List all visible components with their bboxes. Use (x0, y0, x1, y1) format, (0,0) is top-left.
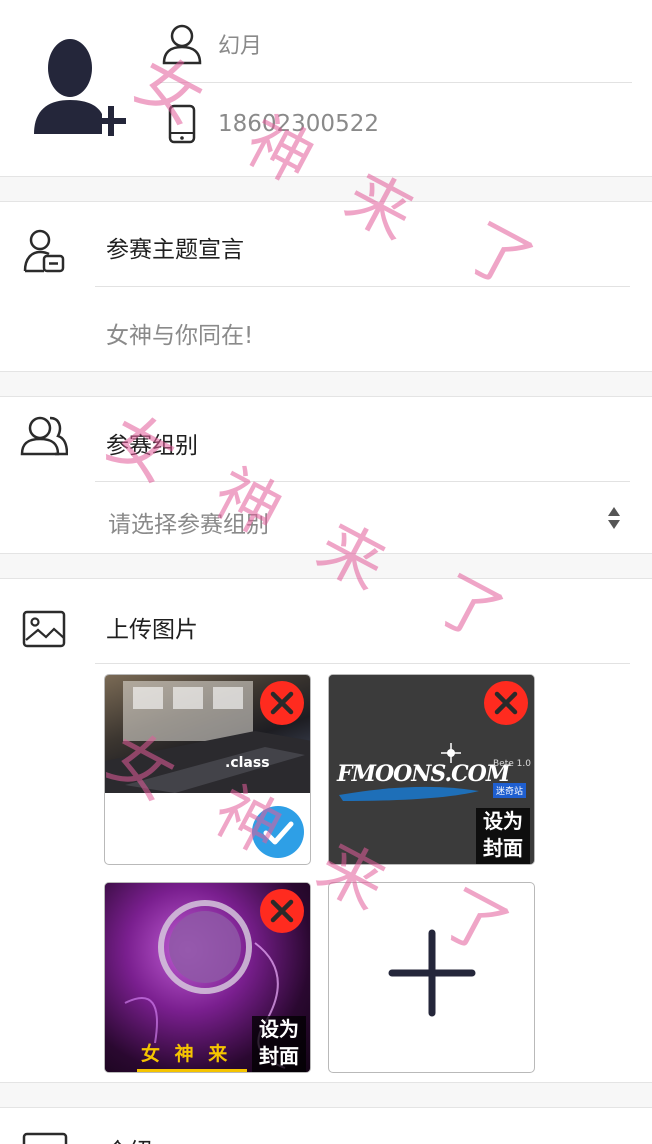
divider (95, 286, 630, 287)
version-text: Bete 1.0 (493, 759, 531, 769)
section-gap (0, 1082, 652, 1108)
profile-phone: 18602300522 (218, 111, 379, 137)
group-select[interactable]: 请选择参赛组别 (108, 505, 269, 539)
person-icon (160, 22, 204, 70)
profile-name: 幻月 (218, 34, 263, 59)
section-gap (0, 176, 652, 202)
delete-image-button[interactable] (484, 681, 528, 725)
close-icon (270, 899, 294, 923)
divider (95, 481, 630, 482)
image-icon (22, 610, 66, 652)
close-icon (494, 691, 518, 715)
delete-image-button[interactable] (260, 681, 304, 725)
intro-label: 介绍 (106, 1132, 152, 1144)
uploaded-image-2[interactable]: FMOONS.COM Bete 1.0 迷奇站 设为封面 (328, 674, 535, 865)
image-caption: 女 神 来 (141, 1043, 232, 1065)
declaration-icon (22, 228, 66, 278)
close-icon (270, 691, 294, 715)
delete-image-button[interactable] (260, 889, 304, 933)
intro-icon (22, 1132, 68, 1144)
declaration-input[interactable]: 女神与你同在! (106, 316, 253, 350)
uploaded-image-3[interactable]: 女 神 来 设为封面 (104, 882, 311, 1073)
check-icon (263, 821, 294, 845)
watermark-char: 来 (305, 509, 397, 605)
add-image-button[interactable] (328, 882, 535, 1073)
phone-icon (168, 104, 196, 148)
upload-label: 上传图片 (106, 617, 198, 643)
site-badge: 迷奇站 (493, 783, 527, 798)
set-cover-button[interactable]: 设为封面 (476, 808, 530, 864)
watermark-char: 来 (333, 159, 425, 255)
add-user-icon (34, 39, 126, 136)
add-contact-avatar[interactable] (30, 38, 130, 140)
group-label: 参赛组别 (106, 433, 198, 459)
plus-icon (388, 929, 476, 1017)
select-arrows-icon[interactable] (606, 505, 622, 535)
declaration-label: 参赛主题宣言 (106, 237, 244, 263)
divider (95, 663, 630, 664)
group-icon (20, 414, 69, 462)
cover-selected-badge[interactable] (252, 806, 304, 858)
uploaded-image-1[interactable]: .class (104, 674, 311, 865)
section-gap (0, 371, 652, 397)
image-caption: .class (225, 755, 270, 771)
watermark-char: 了 (453, 209, 545, 305)
set-cover-button[interactable]: 设为封面 (252, 1016, 306, 1072)
divider (160, 82, 632, 83)
logo-text: FMOONS.COM (337, 761, 510, 787)
section-gap (0, 553, 652, 579)
